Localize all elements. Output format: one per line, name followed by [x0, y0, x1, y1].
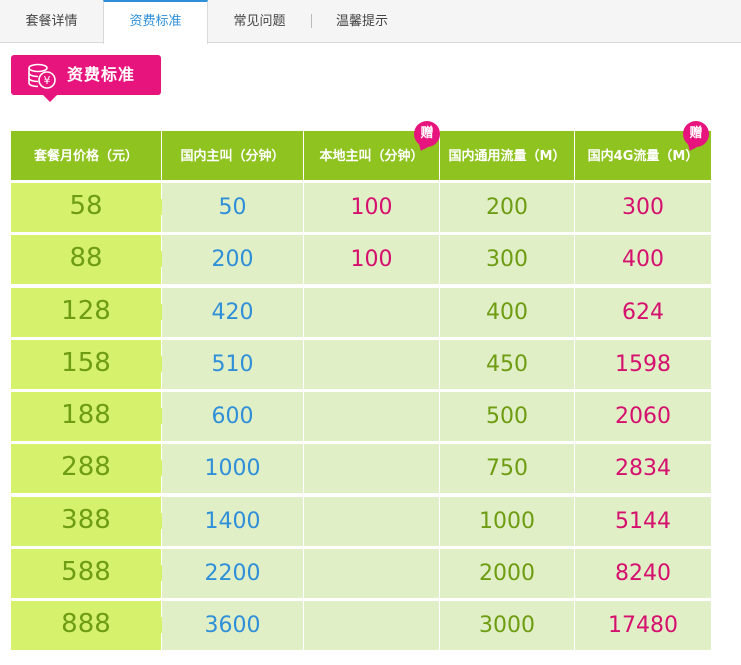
local-calls-cell [304, 548, 439, 598]
local-calls-cell: 100 [304, 235, 439, 285]
section-header: ¥ 资费标准 [11, 55, 161, 102]
local-calls-cell [304, 392, 439, 441]
local-calls-cell [304, 287, 439, 337]
gift-badge: 赠 [683, 121, 709, 147]
national-data-cell: 200 [440, 183, 574, 232]
section-title: 资费标准 [67, 65, 136, 84]
header-national-data: 国内通用流量（M） [440, 131, 574, 180]
4g-data-cell: 5144 [575, 496, 711, 546]
tab-tips[interactable]: 温馨提示 [312, 0, 412, 43]
national-data-cell: 400 [440, 287, 574, 337]
table-row: 188 600 500 2060 [11, 392, 711, 441]
national-data-cell: 300 [440, 235, 574, 285]
4g-data-cell: 400 [575, 235, 711, 285]
local-calls-cell [304, 601, 439, 650]
header-national-calls: 国内主叫（分钟） [162, 131, 303, 180]
price-cell: 388 [11, 496, 169, 546]
price-cell: 888 [11, 601, 169, 650]
national-calls-cell: 1400 [162, 496, 303, 546]
national-data-cell: 750 [440, 444, 574, 494]
price-cell: 288 [11, 444, 169, 494]
4g-data-cell: 2060 [575, 392, 711, 441]
badge-pointer [43, 95, 57, 102]
table-row: 888 3600 3000 17480 [11, 601, 711, 650]
table-row: 58 50 100 200 300 [11, 183, 711, 232]
national-data-cell: 3000 [440, 601, 574, 650]
4g-data-cell: 17480 [575, 601, 711, 650]
price-cell: 588 [11, 548, 169, 598]
price-cell: 128 [11, 287, 169, 337]
local-calls-cell: 100 [304, 183, 439, 232]
national-calls-cell: 420 [162, 287, 303, 337]
4g-data-cell: 2834 [575, 444, 711, 494]
national-calls-cell: 600 [162, 392, 303, 441]
table-row: 388 1400 1000 5144 [11, 496, 711, 546]
table-row: 128 420 400 624 [11, 287, 711, 337]
tab-bar: 套餐详情 资费标准 常见问题 温馨提示 [0, 0, 741, 44]
price-cell: 158 [11, 339, 169, 389]
national-calls-cell: 2200 [162, 548, 303, 598]
tab-package-details[interactable]: 套餐详情 [0, 0, 103, 43]
gift-badge: 赠 [414, 121, 440, 147]
national-data-cell: 450 [440, 339, 574, 389]
4g-data-cell: 8240 [575, 548, 711, 598]
national-calls-cell: 3600 [162, 601, 303, 650]
national-data-cell: 500 [440, 392, 574, 441]
4g-data-cell: 624 [575, 287, 711, 337]
4g-data-cell: 300 [575, 183, 711, 232]
national-calls-cell: 1000 [162, 444, 303, 494]
price-cell: 188 [11, 392, 169, 441]
price-cell: 58 [11, 183, 169, 232]
coin-stack-icon: ¥ [28, 63, 56, 89]
national-calls-cell: 50 [162, 183, 303, 232]
table-row: 588 2200 2000 8240 [11, 548, 711, 598]
local-calls-cell [304, 444, 439, 494]
table-row: 288 1000 750 2834 [11, 444, 711, 494]
tab-tariff-standard[interactable]: 资费标准 [103, 0, 208, 44]
4g-data-cell: 1598 [575, 339, 711, 389]
national-calls-cell: 200 [162, 235, 303, 285]
svg-text:¥: ¥ [44, 74, 51, 87]
table-row: 88 200 100 300 400 [11, 235, 711, 285]
price-cell: 88 [11, 235, 169, 285]
national-data-cell: 2000 [440, 548, 574, 598]
national-data-cell: 1000 [440, 496, 574, 546]
local-calls-cell [304, 339, 439, 389]
header-monthly-price: 套餐月价格（元） [11, 131, 161, 180]
local-calls-cell [304, 496, 439, 546]
national-calls-cell: 510 [162, 339, 303, 389]
table-row: 158 510 450 1598 [11, 339, 711, 389]
tab-faq[interactable]: 常见问题 [208, 0, 311, 43]
